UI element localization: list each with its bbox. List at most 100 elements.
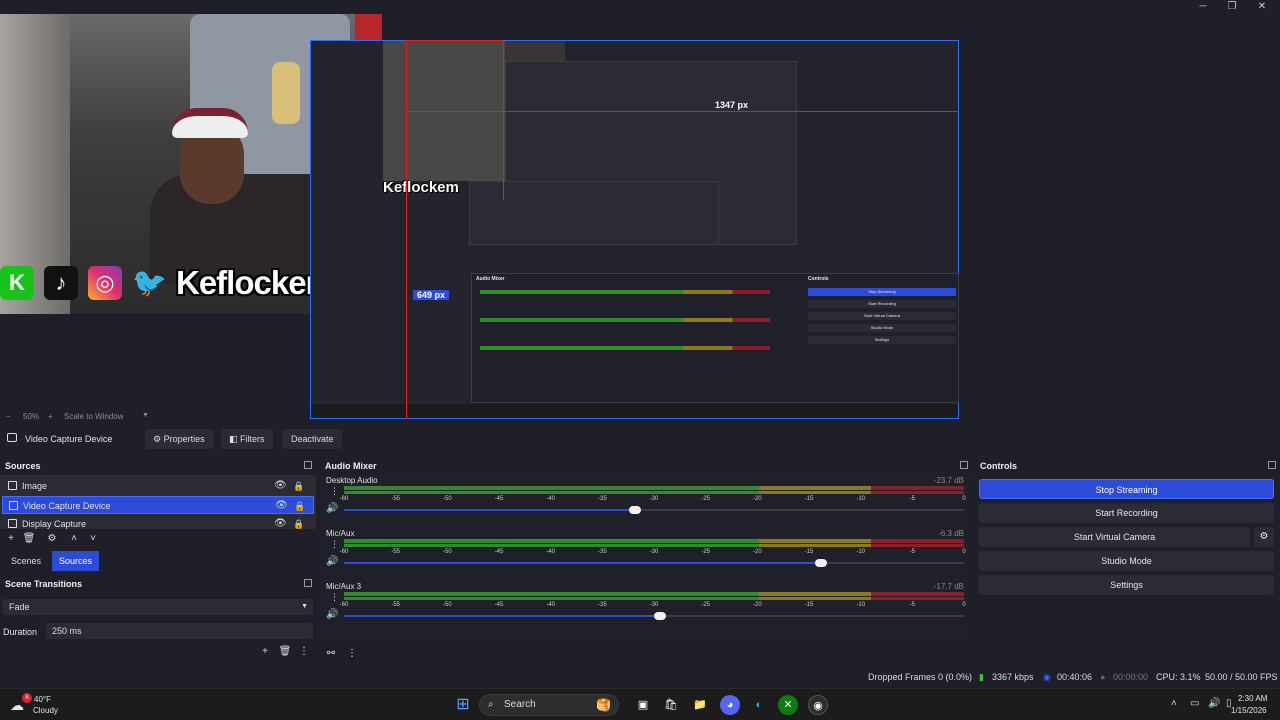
cpu-usage: CPU: 3.1% — [1156, 672, 1201, 682]
volume-fill — [344, 562, 822, 564]
monitor-icon — [8, 519, 17, 528]
source-item-image[interactable]: Image 👁 🔒 — [2, 477, 314, 495]
more-icon[interactable]: ⋮ — [345, 647, 359, 661]
display-capture-source[interactable]: Keflockem Audio Mixer Controls Stop Stre… — [310, 40, 959, 419]
tick-label: -60 — [339, 496, 349, 502]
meter-segment — [759, 544, 871, 547]
tick-label: -50 — [442, 602, 452, 608]
maximize-icon[interactable]: ❐ — [1220, 1, 1244, 13]
network-icon[interactable]: ▭ — [1190, 698, 1199, 709]
lock-icon[interactable]: 🔒 — [293, 477, 304, 495]
nested-overlay: Keflockem — [383, 179, 543, 197]
clock-date[interactable]: 1/15/2026 — [1231, 706, 1267, 715]
start-virtual-camera-button[interactable]: Start Virtual Camera — [979, 527, 1250, 547]
source-item-video-capture[interactable]: Video Capture Device 👁 🔒 — [2, 496, 314, 514]
windows-start-icon[interactable]: ⊞ — [453, 695, 473, 715]
tab-scenes[interactable]: Scenes — [4, 551, 48, 571]
more-icon[interactable]: ⋮ — [297, 645, 311, 659]
fps: 50.00 / 50.00 FPS — [1205, 672, 1278, 682]
xbox-icon[interactable]: ✕ — [778, 695, 798, 715]
obs-icon[interactable]: ◉ — [808, 695, 828, 715]
channel-menu-icon[interactable]: ⋮ — [330, 539, 339, 550]
folder-icon[interactable]: 📁 — [690, 695, 710, 715]
undock-icon[interactable] — [1268, 461, 1276, 469]
edge-icon[interactable]: ◐ — [749, 695, 769, 715]
tab-sources[interactable]: Sources — [52, 551, 100, 571]
add-source-icon[interactable]: + — [4, 532, 18, 546]
task-view-icon[interactable]: ▣ — [633, 695, 653, 715]
tick-label: -50 — [442, 496, 452, 502]
store-icon[interactable]: 🛍 — [661, 695, 681, 715]
studio-mode-button[interactable]: Studio Mode — [979, 551, 1274, 571]
tick-label: -45 — [494, 602, 504, 608]
duration-input[interactable]: 250 ms — [46, 623, 313, 639]
sources-dock: Sources Image 👁 🔒 Video Capture Device 👁… — [0, 459, 316, 571]
tick-label: -55 — [391, 496, 400, 502]
trash-icon[interactable]: 🗑 — [22, 532, 36, 546]
scale-dropdown-icon[interactable]: ▼ — [142, 412, 149, 419]
gear-icon[interactable]: ⚙ — [1254, 527, 1274, 547]
start-recording-button[interactable]: Start Recording — [979, 503, 1274, 523]
zoom-in-button[interactable]: + — [48, 412, 53, 421]
mute-icon[interactable]: 🔊 — [326, 556, 338, 567]
zoom-out-button[interactable]: − — [6, 412, 11, 421]
mute-icon[interactable]: 🔊 — [326, 609, 338, 620]
move-down-icon[interactable]: ˅ — [86, 532, 100, 546]
volume-knob[interactable] — [815, 559, 828, 567]
properties-button[interactable]: ⚙ Properties — [145, 429, 213, 449]
transition-select[interactable]: Fade ▼ — [3, 599, 313, 615]
chevron-up-icon[interactable]: ˄ — [1171, 698, 1177, 709]
volume-slider[interactable] — [344, 559, 964, 567]
tick-label: -40 — [546, 602, 555, 608]
controls-title: Controls — [980, 461, 1017, 471]
mixer-channel: Mic/Aux 3 -17.7 dB ⋮ -60 -55 -50 -45 -40 -35 -30-… — [322, 582, 968, 634]
tick-label: 0 — [962, 602, 966, 608]
tick-label: -10 — [856, 602, 865, 608]
discord-icon[interactable]: ◕ — [720, 695, 740, 715]
volume-slider[interactable] — [344, 612, 964, 620]
gear-icon: ⚙ — [153, 434, 162, 444]
visibility-icon[interactable]: 👁 — [274, 477, 287, 495]
undock-icon[interactable] — [304, 579, 312, 587]
trash-icon[interactable]: 🗑 — [278, 645, 292, 659]
weather-widget[interactable]: ☁ 6 — [10, 693, 32, 715]
volume-knob[interactable] — [629, 506, 642, 514]
close-icon[interactable]: ✕ — [1250, 1, 1274, 13]
preview-canvas[interactable]: K ♪ ◎ 🐦 Keflockem Keflockem Audio Mixer … — [0, 14, 1280, 419]
clock-time[interactable]: 2:30 AM — [1238, 694, 1267, 703]
volume-slider[interactable] — [344, 506, 964, 514]
meter-ticks: -60 -55 -50 -45 -40 -35 -30 -25 -20 -15 -10 -5 0 — [340, 602, 966, 610]
meter-ticks: -60 -55 -50 -45 -40 -35 -30 -25 -20 -15 -10 -5 0 — [340, 549, 966, 557]
mute-icon[interactable]: 🔊 — [326, 503, 338, 514]
deactivate-button[interactable]: Deactivate — [283, 429, 342, 449]
meter-segment — [759, 539, 871, 543]
channel-menu-icon[interactable]: ⋮ — [330, 592, 339, 603]
signal-icon: ▮ — [979, 672, 984, 682]
settings-button[interactable]: Settings — [979, 575, 1274, 595]
properties-label: Properties — [163, 434, 205, 444]
lock-icon[interactable]: 🔒 — [294, 497, 305, 515]
meter-ticks: -60 -55 -50 -45 -40 -35 -30 -25 -20 -15 -10 -5 0 — [340, 496, 966, 504]
volume-icon[interactable]: 🔊 — [1208, 698, 1220, 709]
gear-icon[interactable]: ⚙ — [45, 532, 59, 546]
volume-knob[interactable] — [654, 612, 667, 620]
taskbar-search[interactable]: ⌕ Search 🥞 — [479, 694, 619, 716]
minimize-icon[interactable]: ─ — [1191, 1, 1215, 13]
move-up-icon[interactable]: ˄ — [67, 532, 81, 546]
undock-icon[interactable] — [304, 461, 312, 469]
undock-icon[interactable] — [960, 461, 968, 469]
windows-taskbar: ☁ 6 40°F Cloudy ⊞ ⌕ Search 🥞 ▣ 🛍 📁 ◕ ◐ ✕… — [0, 688, 1280, 720]
filters-button[interactable]: ◧ Filters — [221, 429, 273, 449]
tick-label: -20 — [752, 549, 762, 555]
mixer-link-icon[interactable]: ⚯ — [324, 647, 338, 661]
lock-icon[interactable]: 🔒 — [293, 515, 304, 529]
add-transition-icon[interactable]: + — [258, 645, 272, 659]
visibility-icon[interactable]: 👁 — [274, 515, 287, 529]
nested-virtual-camera: Start Virtual Camera — [808, 312, 956, 320]
channel-menu-icon[interactable]: ⋮ — [330, 486, 339, 497]
source-item-display-capture[interactable]: Display Capture 👁 🔒 — [2, 515, 314, 529]
search-label: Search — [504, 699, 536, 710]
stop-streaming-button[interactable]: Stop Streaming — [979, 479, 1274, 499]
nested-mixer-title: Audio Mixer — [476, 276, 505, 282]
visibility-icon[interactable]: 👁 — [275, 497, 288, 515]
